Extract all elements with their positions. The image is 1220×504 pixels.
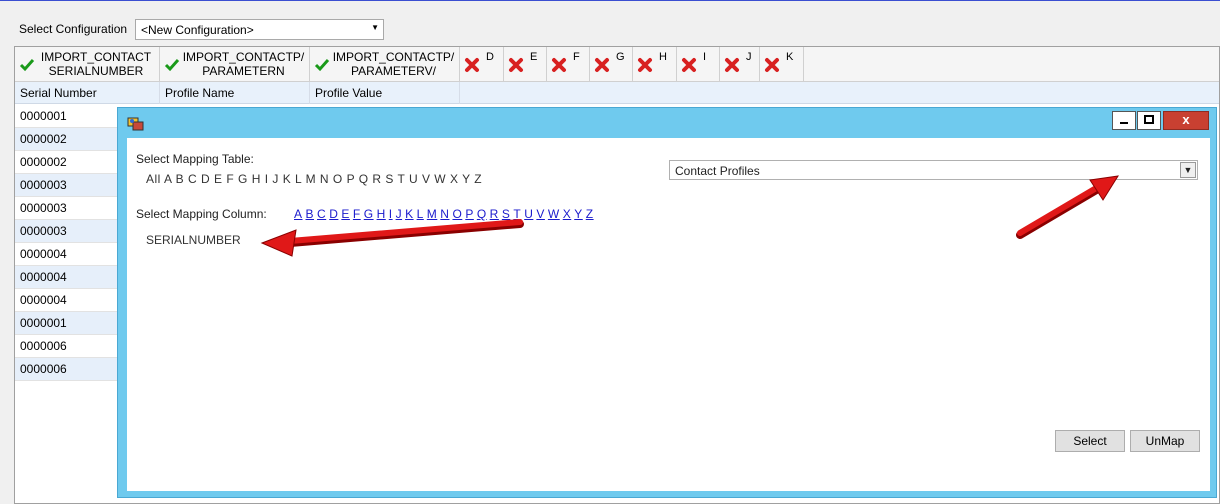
column-letter-link[interactable]: L (417, 207, 424, 221)
mapping-column-item[interactable]: SERIALNUMBER (146, 233, 241, 247)
unmap-button[interactable]: UnMap (1130, 430, 1200, 452)
chevron-down-icon: ▼ (371, 23, 379, 32)
mapping-column-label: Select Mapping Column: (136, 207, 267, 221)
table-letter-filter[interactable]: All A B C D E F G H I J K L M N O P Q R … (146, 172, 482, 186)
column-letter-filter: ABCDEFGHIJKLMNOPQRSTUVWXYZ (294, 207, 597, 221)
error-x-icon (509, 58, 523, 72)
column-header-letter: G (616, 51, 625, 63)
column-letter-link[interactable]: E (341, 207, 350, 221)
error-x-icon (595, 58, 609, 72)
config-label: Select Configuration (19, 22, 128, 36)
column-header-letter: E (530, 51, 538, 63)
checkmark-icon (314, 59, 330, 72)
error-x-icon (465, 58, 479, 72)
checkmark-icon (164, 59, 180, 72)
maximize-button[interactable] (1137, 111, 1161, 130)
column-letter-link[interactable]: Q (477, 207, 487, 221)
column-header-line2: SERIALNUMBER (48, 64, 144, 78)
close-button[interactable]: x (1163, 111, 1209, 130)
column-letter-link[interactable]: I (389, 207, 393, 221)
column-header-letter: I (703, 51, 707, 63)
checkmark-icon (19, 59, 35, 72)
grid-header-row: IMPORT_CONTACT SERIALNUMBER IMPORT_CONTACT… (15, 47, 1219, 82)
column-letter-link[interactable]: R (490, 207, 499, 221)
mapping-table-dropdown-value: Contact Profiles (675, 164, 760, 178)
column-letter-link[interactable]: W (548, 207, 560, 221)
column-header[interactable]: F (547, 47, 590, 82)
column-letter-link[interactable]: S (502, 207, 511, 221)
error-x-icon (552, 58, 566, 72)
close-icon: x (1182, 112, 1190, 127)
column-letter-link[interactable]: X (563, 207, 572, 221)
maximize-icon (1144, 115, 1154, 124)
error-x-icon (725, 58, 739, 72)
column-letter-link[interactable]: O (452, 207, 462, 221)
column-header-letter: H (659, 51, 667, 63)
window-top-border (0, 0, 1220, 4)
column-letter-link[interactable]: V (536, 207, 545, 221)
column-letter-link[interactable]: U (524, 207, 533, 221)
mapping-dialog: x Select Mapping Table: All A B C D E F … (117, 107, 1217, 498)
chevron-down-icon[interactable]: ▼ (1180, 162, 1196, 178)
column-header-letter: J (746, 51, 752, 63)
column-letter-link[interactable]: P (465, 207, 474, 221)
column-header-letter: F (573, 51, 580, 63)
column-letter-link[interactable]: B (306, 207, 315, 221)
column-header[interactable]: I (677, 47, 720, 82)
column-header[interactable]: E (504, 47, 547, 82)
column-letter-link[interactable]: J (396, 207, 403, 221)
column-header-line2: PARAMETERN (202, 64, 285, 78)
column-header[interactable]: IMPORT_CONTACTP/PARAMETERN (160, 47, 310, 82)
column-header-line1: IMPORT_CONTACTP/ (332, 50, 455, 64)
column-header[interactable]: IMPORT_CONTACT SERIALNUMBER (15, 47, 160, 82)
column-letter-link[interactable]: C (317, 207, 326, 221)
subheader-profile-value[interactable]: Profile Value (310, 82, 460, 104)
column-letter-link[interactable]: T (513, 207, 521, 221)
column-letter-link[interactable]: A (294, 207, 303, 221)
error-x-icon (682, 58, 696, 72)
column-header-line2: PARAMETERV/ (351, 64, 436, 78)
dialog-body: Select Mapping Table: All A B C D E F G … (127, 138, 1210, 491)
column-letter-link[interactable]: M (427, 207, 438, 221)
column-letter-link[interactable]: Y (574, 207, 583, 221)
column-header[interactable]: J (720, 47, 760, 82)
subheader-profile-name[interactable]: Profile Name (160, 82, 310, 104)
column-letter-link[interactable]: Z (586, 207, 594, 221)
minimize-icon (1120, 122, 1128, 124)
column-header-letter: D (486, 51, 494, 63)
column-header[interactable]: H (633, 47, 677, 82)
column-letter-link[interactable]: H (377, 207, 386, 221)
column-header[interactable]: G (590, 47, 633, 82)
minimize-button[interactable] (1112, 111, 1136, 130)
column-letter-link[interactable]: K (405, 207, 414, 221)
subheader-serial-number[interactable]: Serial Number (15, 82, 160, 104)
column-letter-link[interactable]: D (329, 207, 338, 221)
config-select-value: <New Configuration> (141, 23, 254, 37)
app-icon (127, 117, 144, 131)
error-x-icon (765, 58, 779, 72)
mapping-table-label: Select Mapping Table: (136, 152, 254, 166)
mapping-table-dropdown[interactable]: Contact Profiles ▼ (669, 160, 1198, 180)
column-letter-link[interactable]: F (353, 207, 361, 221)
column-letter-link[interactable]: N (440, 207, 449, 221)
column-header[interactable]: K (760, 47, 804, 82)
column-header-line1: IMPORT_CONTACTP/ (182, 50, 305, 64)
column-letter-link[interactable]: G (364, 207, 374, 221)
column-header-line1: IMPORT_CONTACT (40, 50, 152, 64)
column-header[interactable]: D (460, 47, 504, 82)
column-header[interactable]: IMPORT_CONTACTP/PARAMETERV/ (310, 47, 460, 82)
column-header-letter: K (786, 51, 794, 63)
select-button[interactable]: Select (1055, 430, 1125, 452)
error-x-icon (638, 58, 652, 72)
config-select[interactable]: <New Configuration> ▼ (135, 19, 384, 40)
grid-subheader-row: Serial Number Profile Name Profile Value (15, 82, 1219, 104)
